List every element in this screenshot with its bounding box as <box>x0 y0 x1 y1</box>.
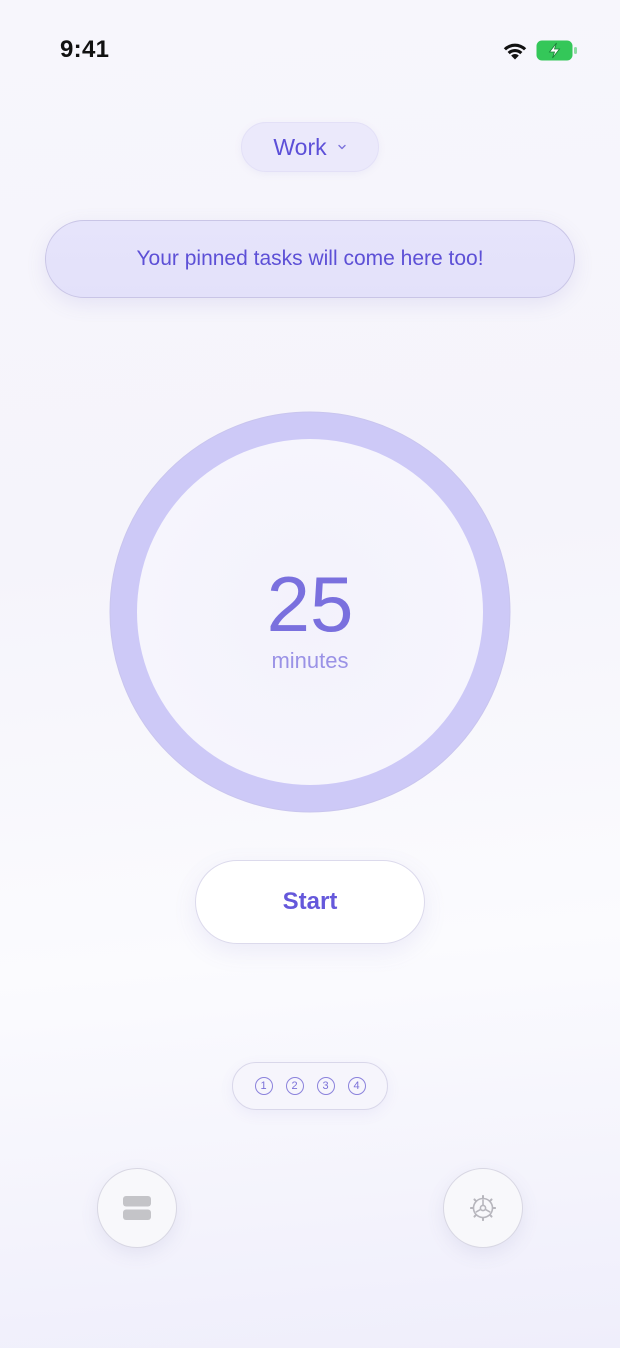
stacked-cards-icon <box>123 1196 151 1220</box>
timer-value: 25 <box>266 560 354 648</box>
status-bar: 9:41 <box>0 0 620 100</box>
session-dot-3: 3 <box>316 1077 335 1095</box>
session-dot-4: 4 <box>347 1077 366 1095</box>
chevron-down-icon <box>337 144 346 150</box>
pinned-tasks-banner[interactable]: Your pinned tasks will come here too! <box>45 220 575 298</box>
session-dot-2: 2 <box>285 1077 304 1095</box>
timer-unit: minutes <box>271 648 349 673</box>
pinned-tasks-text: Your pinned tasks will come here too! <box>136 247 484 270</box>
gear-icon <box>470 1195 496 1221</box>
settings-button[interactable] <box>443 1168 523 1248</box>
mode-selector[interactable]: Work <box>241 122 379 172</box>
tasks-button[interactable] <box>97 1168 177 1248</box>
session-dot-1: 1 <box>254 1077 273 1095</box>
session-indicator: 1234 <box>232 1062 388 1110</box>
battery-icon <box>536 40 577 61</box>
wifi-icon <box>503 43 527 60</box>
mode-label: Work <box>273 133 327 160</box>
status-time: 9:41 <box>60 36 110 63</box>
start-button[interactable]: Start <box>195 860 425 944</box>
